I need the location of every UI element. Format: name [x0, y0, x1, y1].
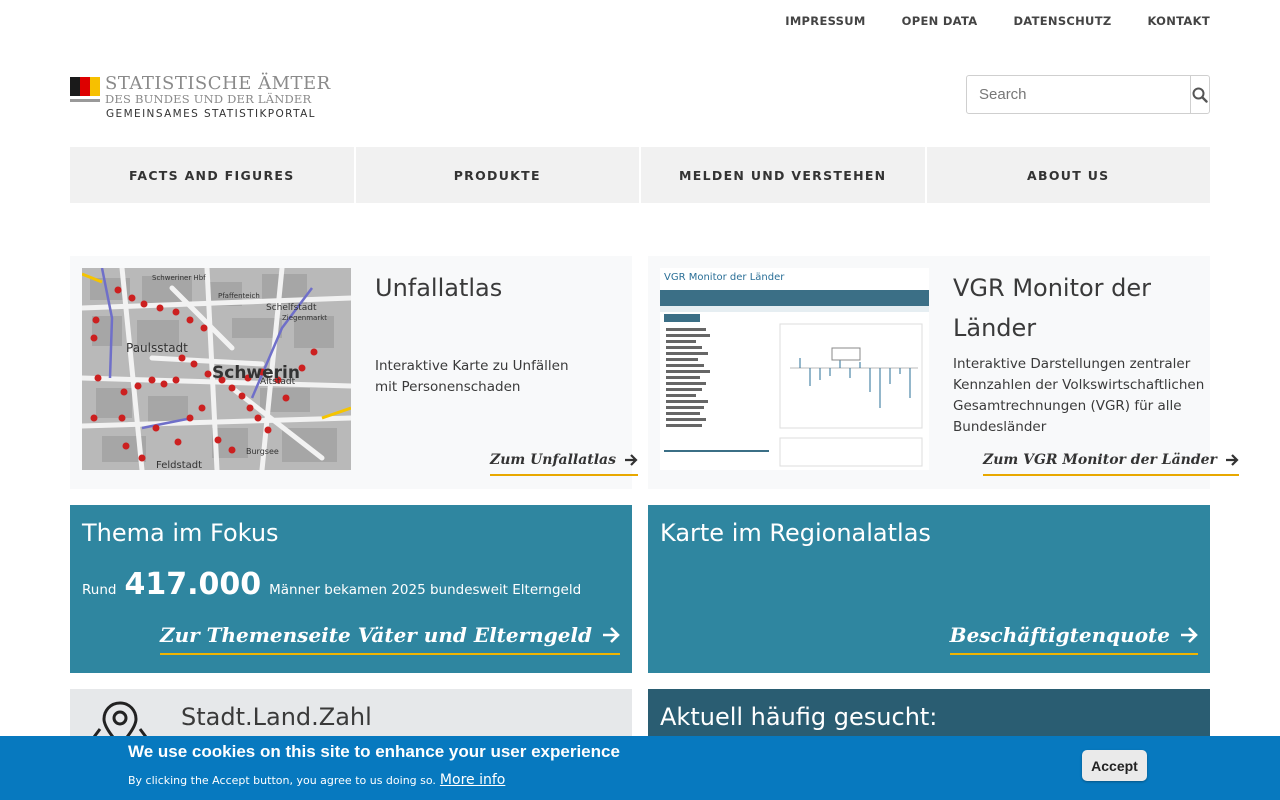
map-label-ziegenmarkt: Ziegenmarkt	[282, 314, 327, 322]
utility-nav: IMPRESSUM OPEN DATA DATENSCHUTZ KONTAKT	[785, 0, 1210, 42]
map-label-paulsstadt: Paulsstadt	[126, 341, 188, 355]
flag-icon	[70, 77, 100, 102]
tile-karte-im-regionalatlas: Karte im Regionalatlas Beschäftigtenquot…	[648, 505, 1210, 673]
tile-thema-im-fokus: Thema im Fokus Rund 417.000 Männer bekam…	[70, 505, 632, 673]
link-themenseite-vaeter[interactable]: Zur Themenseite Väter und Elterngeld	[159, 623, 620, 655]
link-zum-unfallatlas[interactable]: Zum Unfallatlas	[490, 452, 639, 476]
main-nav-produkte[interactable]: PRODUKTE	[355, 147, 639, 203]
map-label-burgsee: Burgsee	[246, 447, 279, 456]
cookie-heading: We use cookies on this site to enhance y…	[128, 742, 620, 761]
logo-line-2: DES BUNDES UND DER LÄNDER	[105, 92, 312, 106]
arrow-right-icon	[603, 627, 620, 643]
fact-suffix: Männer bekamen 2025 bundesweit Elterngel…	[269, 582, 582, 598]
accept-button[interactable]: Accept	[1082, 750, 1147, 781]
map-label-pfaffenteich: Pfaffenteich	[218, 292, 260, 300]
tile-title: Thema im Fokus	[82, 519, 279, 547]
tile-title: Karte im Regionalatlas	[660, 519, 931, 547]
nav-link-open-data[interactable]: OPEN DATA	[902, 14, 978, 28]
thumb-title: VGR Monitor der Länder	[664, 272, 785, 283]
link-label: Zur Themenseite Väter und Elterngeld	[159, 623, 592, 647]
search-input[interactable]	[967, 76, 1190, 113]
card-title-unfallatlas: Unfallatlas	[375, 274, 503, 302]
link-label: Beschäftigtenquote	[949, 623, 1170, 647]
map-thumbnail[interactable]: Schwerin Paulsstadt Schelfstadt Altstadt…	[82, 268, 351, 470]
cookie-text-row: By clicking the Accept button, you agree…	[128, 772, 505, 788]
map-label-schelfstadt: Schelfstadt	[266, 303, 317, 313]
main-nav-melden-und-verstehen[interactable]: MELDEN UND VERSTEHEN	[641, 147, 925, 203]
dashboard-screenshot[interactable]: VGR Monitor der Länder	[660, 268, 929, 470]
link-beschaeftigtenquote[interactable]: Beschäftigtenquote	[949, 623, 1198, 655]
nav-link-impressum[interactable]: IMPRESSUM	[785, 14, 865, 28]
search-button[interactable]	[1190, 76, 1209, 113]
fact-number: 417.000	[124, 567, 262, 602]
nav-link-datenschutz[interactable]: DATENSCHUTZ	[1013, 14, 1111, 28]
site-logo[interactable]: STATISTISCHE ÄMTER DES BUNDES UND DER LÄ…	[70, 72, 330, 122]
link-label: Zum VGR Monitor der Länder	[983, 452, 1217, 468]
box-title: Stadt.Land.Zahl	[181, 703, 372, 731]
arrow-right-icon	[1181, 627, 1198, 643]
search-icon	[1192, 87, 1208, 103]
cookie-text: By clicking the Accept button, you agree…	[128, 774, 436, 787]
card-title-vgr-monitor: VGR Monitor der Länder	[953, 274, 1152, 342]
main-nav: FACTS AND FIGURES PRODUKTE MELDEN UND VE…	[70, 147, 1210, 203]
map-label-hbf: Schweriner Hbf	[152, 274, 206, 282]
box-title: Aktuell häufig gesucht:	[660, 703, 938, 731]
main-nav-facts-and-figures[interactable]: FACTS AND FIGURES	[70, 147, 354, 203]
card-vgr-monitor: VGR Monitor der Länder VGR Monitor der L…	[648, 256, 1239, 489]
link-zum-vgr-monitor[interactable]: Zum VGR Monitor der Länder	[983, 452, 1239, 476]
logo-line-1: STATISTISCHE ÄMTER	[105, 73, 331, 94]
link-label: Zum Unfallatlas	[490, 452, 617, 468]
map-label-altstadt: Altstadt	[260, 377, 296, 387]
tile-fact: Rund 417.000 Männer bekamen 2025 bundesw…	[82, 567, 581, 602]
nav-link-kontakt[interactable]: KONTAKT	[1147, 14, 1210, 28]
map-label-feldstadt: Feldstadt	[156, 460, 202, 470]
logo-line-3: GEMEINSAMES STATISTIKPORTAL	[106, 108, 316, 120]
main-nav-about-us[interactable]: ABOUT US	[926, 147, 1210, 203]
card-unfallatlas: Schwerin Paulsstadt Schelfstadt Altstadt…	[70, 256, 639, 489]
arrow-right-icon	[625, 454, 638, 466]
fact-prefix: Rund	[82, 582, 117, 598]
card-text-unfallatlas: Interaktive Karte zu Unfällen mit Person…	[375, 358, 569, 395]
card-text-vgr-monitor: Interaktive Darstellungen zentraler Kenn…	[953, 356, 1205, 435]
cookie-banner: We use cookies on this site to enhance y…	[0, 736, 1280, 800]
search-box	[966, 75, 1210, 114]
arrow-right-icon	[1225, 454, 1239, 466]
more-info-link[interactable]: More info	[440, 772, 505, 788]
